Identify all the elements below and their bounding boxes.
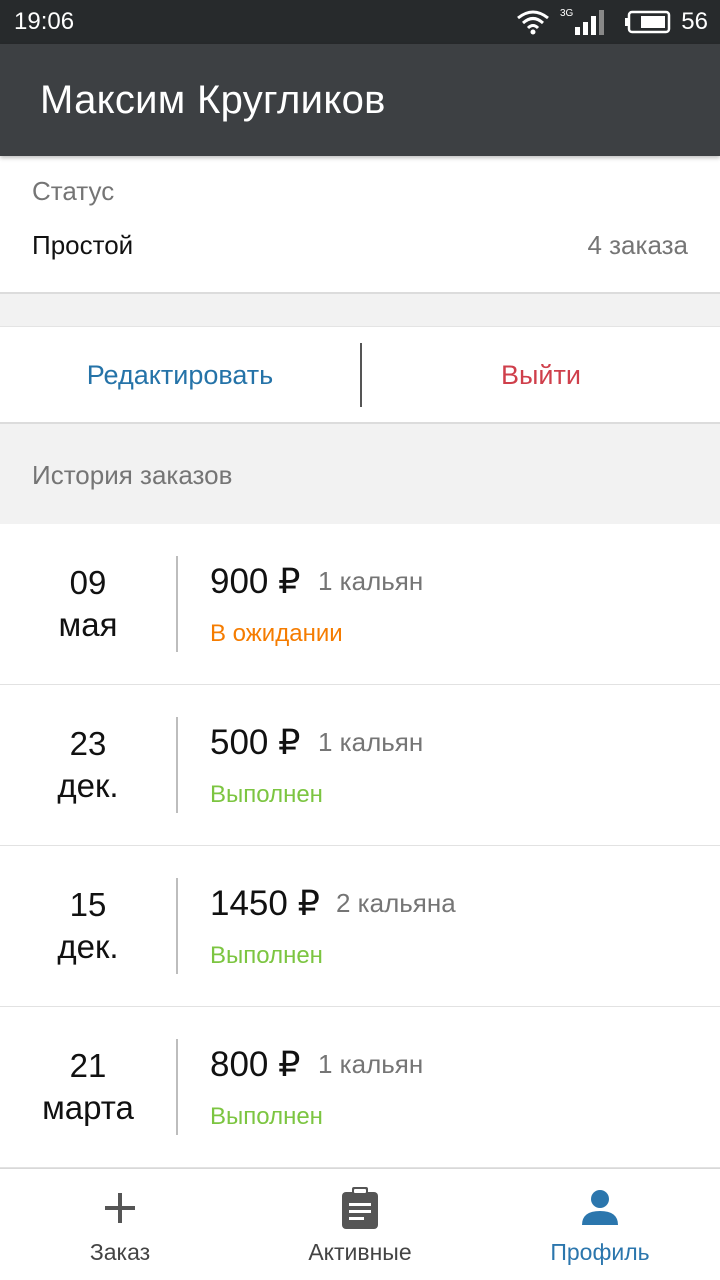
- edit-button[interactable]: Редактировать: [0, 327, 360, 423]
- order-price: 500 ₽: [210, 723, 301, 762]
- nav-tab-order[interactable]: Заказ: [0, 1169, 240, 1280]
- network-type: 3G: [559, 8, 574, 19]
- order-quantity: 1 кальян: [318, 566, 424, 596]
- plus-icon: [96, 1187, 144, 1229]
- order-status: В ожидании: [210, 620, 343, 647]
- nav-label: Активные: [308, 1239, 412, 1265]
- status-label: Статус: [32, 176, 115, 206]
- app-bar: Максим Кругликов: [0, 44, 720, 156]
- nav-label: Заказ: [89, 1239, 151, 1265]
- order-month: дек.: [57, 767, 119, 804]
- order-month: мая: [58, 606, 118, 643]
- order-date: 15 дек.: [0, 884, 176, 968]
- order-list: 09 мая 900 ₽ 1 кальян В ожидании 23 дек.…: [0, 524, 720, 1168]
- bottom-navigation: Заказ Активные Профиль: [0, 1168, 720, 1280]
- divider: [176, 717, 178, 813]
- order-quantity: 1 кальян: [318, 1049, 424, 1079]
- order-day: 21: [69, 1047, 107, 1084]
- clock: 19:06: [14, 8, 75, 35]
- page-title: Максим Кругликов: [40, 78, 386, 122]
- system-status-bar: 19:06 3G 56: [0, 0, 720, 44]
- order-day: 23: [69, 725, 107, 762]
- person-icon: [576, 1187, 624, 1229]
- status-icons: 3G 56: [516, 6, 708, 38]
- profile-actions: Редактировать Выйти: [0, 326, 720, 424]
- orders-count: 4 заказа: [587, 230, 688, 260]
- logout-button[interactable]: Выйти: [362, 327, 720, 423]
- battery-icon: [625, 10, 671, 34]
- divider: [176, 556, 178, 652]
- order-date: 23 дек.: [0, 723, 176, 807]
- order-month: марта: [42, 1089, 134, 1126]
- order-row[interactable]: 23 дек. 500 ₽ 1 кальян Выполнен: [0, 685, 720, 846]
- clipboard-icon: [336, 1187, 384, 1229]
- order-status: Выполнен: [210, 1103, 323, 1130]
- nav-tab-profile[interactable]: Профиль: [480, 1169, 720, 1280]
- status-value: Простой: [32, 230, 134, 260]
- nav-label: Профиль: [550, 1239, 650, 1265]
- order-month: дек.: [57, 928, 119, 965]
- order-price: 1450 ₽: [210, 884, 320, 923]
- order-status: Выполнен: [210, 942, 323, 969]
- order-date: 21 марта: [0, 1045, 176, 1129]
- order-day: 15: [69, 886, 107, 923]
- battery-level: 56: [681, 8, 708, 35]
- order-row[interactable]: 15 дек. 1450 ₽ 2 кальяна Выполнен: [0, 846, 720, 1007]
- nav-tab-active[interactable]: Активные: [240, 1169, 480, 1280]
- divider: [176, 878, 178, 974]
- order-status: Выполнен: [210, 781, 323, 808]
- order-quantity: 1 кальян: [318, 727, 424, 757]
- order-row[interactable]: 09 мая 900 ₽ 1 кальян В ожидании: [0, 524, 720, 685]
- order-price: 800 ₽: [210, 1045, 301, 1084]
- order-day: 09: [69, 564, 107, 601]
- divider: [176, 1039, 178, 1135]
- order-history-title: История заказов: [32, 460, 233, 490]
- wifi-icon: [517, 10, 549, 35]
- order-quantity: 2 кальяна: [336, 888, 456, 918]
- status-card: Статус Простой 4 заказа: [0, 156, 720, 294]
- order-row[interactable]: 21 марта 800 ₽ 1 кальян Выполнен: [0, 1007, 720, 1168]
- signal-icon: [575, 10, 605, 35]
- order-date: 09 мая: [0, 562, 176, 646]
- order-price: 900 ₽: [210, 562, 301, 601]
